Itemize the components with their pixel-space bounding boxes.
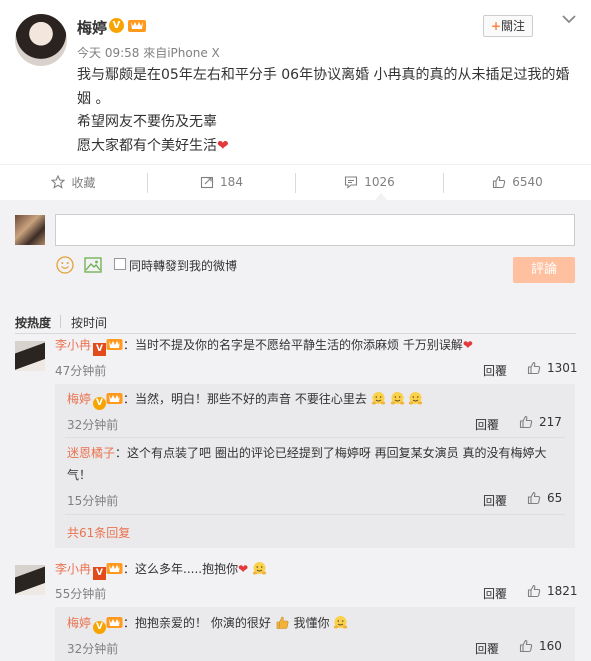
chevron-down-icon[interactable] [560,12,578,26]
post-meta: 今天 09:58 來自iPhone X [77,46,220,60]
thumbs-up-icon [493,175,506,189]
verified-badge-icon: V [93,397,107,410]
hug-emoji-icon [334,616,348,629]
comment-item: 李小冉 V ：当时不提及你的名字是不愿给平静生活的你添麻烦 千万别误解❤ [55,334,575,356]
divider [65,437,565,438]
forward-checkbox-label[interactable]: 同時轉發到我的微博 [129,257,237,274]
reply-text-tail: 我懂你 [289,616,330,630]
post-line-3: 愿大家都有个美好生活❤ [77,137,229,154]
replier-name[interactable]: 梅婷 [67,392,91,406]
comment-icon [345,176,358,189]
verified-badge-icon: V [93,621,107,634]
comment-text: ：当时不提及你的名字是不愿给平静生活的你添麻烦 千万别误解 [123,338,463,352]
verified-red-icon: V [93,343,107,356]
hug-emoji-icon [409,392,423,405]
member-badge-icon[interactable] [127,18,147,33]
verified-badge-icon[interactable]: V [109,18,124,33]
forward-checkbox[interactable] [114,258,126,270]
commenter-avatar[interactable] [15,341,45,371]
emoji-icon[interactable] [56,256,74,274]
plus-icon: + [490,19,502,33]
like-button[interactable]: 6540 [444,165,591,199]
author-avatar[interactable] [15,14,67,66]
active-tab-caret [374,193,388,201]
replier-name[interactable]: 梅婷 [67,616,91,630]
forward-button[interactable]: 184 [148,165,295,199]
reply-time: 15分钟前 [67,494,119,508]
reply-text: ：当然，明白！那些不好的声音 不要往心里去 [123,392,367,406]
commenter-avatar[interactable] [15,565,45,595]
hug-emoji-icon [371,392,385,405]
heart-emoji-icon: ❤ [462,338,473,352]
comment-button[interactable]: 1026 [296,165,443,199]
member-badge-icon [106,617,123,628]
post-line-2: 希望网友不要伤及无辜 [77,114,217,130]
hug-emoji-icon [252,562,267,575]
comment-time: 55分钟前 [55,587,107,601]
heart-emoji-icon: ❤ [238,562,249,576]
thumbs-up-emoji-icon [276,616,289,629]
reply-item: 迷恩橘子：这个有点装了吧 圈出的评论已经提到了梅婷呀 再回复某女演员 真的没有梅… [67,442,557,486]
reply-item: 梅婷 V ：当然，明白！那些不好的声音 不要往心里去 [67,388,567,410]
reply-text: ：抱抱亲爱的！ 你演的很好 [123,616,271,630]
action-bar: 收藏 184 1026 6540 [0,164,591,200]
member-badge-icon [106,339,123,350]
heart-emoji-icon: ❤ [217,137,229,154]
comment-input[interactable] [55,214,575,246]
comment-time: 47分钟前 [55,364,107,378]
my-avatar[interactable] [15,215,45,245]
commenter-name[interactable]: 李小冉 [55,338,91,352]
verified-red-icon: V [93,567,107,580]
reply-button[interactable]: 回覆 [483,492,507,509]
follow-button[interactable]: +關注 [483,15,533,37]
forward-icon [200,176,214,189]
reply-button[interactable]: 回覆 [475,416,499,433]
post-body: 我与鄢颇是在05年左右和平分手 06年协议离婚 小冉真的真的从未插足过我的婚姻 … [77,64,577,158]
sort-by-hot-tab[interactable]: 按热度 [15,314,51,331]
divider [65,514,565,515]
hug-emoji-icon [390,392,404,405]
star-icon [51,175,66,189]
author-name[interactable]: 梅婷 [77,17,107,38]
member-badge-icon [106,393,123,404]
thumbs-up-icon [519,415,533,429]
reply-button[interactable]: 回覆 [483,585,507,602]
thumbs-up-icon [519,639,533,653]
reply-time: 32分钟前 [67,418,119,432]
divider [60,315,61,328]
sort-by-time-tab[interactable]: 按时间 [71,314,107,331]
submit-comment-button[interactable]: 評論 [513,257,575,283]
image-icon[interactable] [84,256,102,274]
reply-like-button[interactable]: 217 [519,415,562,429]
replier-name[interactable]: 迷恩橘子 [67,446,115,460]
reply-text: ：这个有点装了吧 圈出的评论已经提到了梅婷呀 再回复某女演员 真的没有梅婷大气！ [67,446,547,482]
comment-like-button[interactable]: 1821 [527,584,578,598]
commenter-name[interactable]: 李小冉 [55,562,91,576]
reply-like-button[interactable]: 65 [527,491,562,505]
more-replies-link[interactable]: 共61条回复 [67,524,130,541]
thumbs-up-icon [527,584,541,598]
post-line-1: 我与鄢颇是在05年左右和平分手 06年协议离婚 小冉真的真的从未插足过我的婚姻 … [77,67,570,107]
reply-button[interactable]: 回覆 [483,362,507,379]
reply-like-button[interactable]: 160 [519,639,562,653]
comment-like-button[interactable]: 1301 [527,361,578,375]
favorite-button[interactable]: 收藏 [0,165,147,199]
comment-text: ：这么多年.....抱抱你 [123,562,239,576]
reply-item: 梅婷 V ：抱抱亲爱的！ 你演的很好 我懂你 [67,612,567,634]
reply-time: 32分钟前 [67,642,119,656]
member-badge-icon [106,563,123,574]
reply-button[interactable]: 回覆 [475,640,499,657]
comment-item: 李小冉 V ：这么多年.....抱抱你❤ [55,558,575,580]
thumbs-up-icon [527,361,541,375]
thumbs-up-icon [527,491,541,505]
